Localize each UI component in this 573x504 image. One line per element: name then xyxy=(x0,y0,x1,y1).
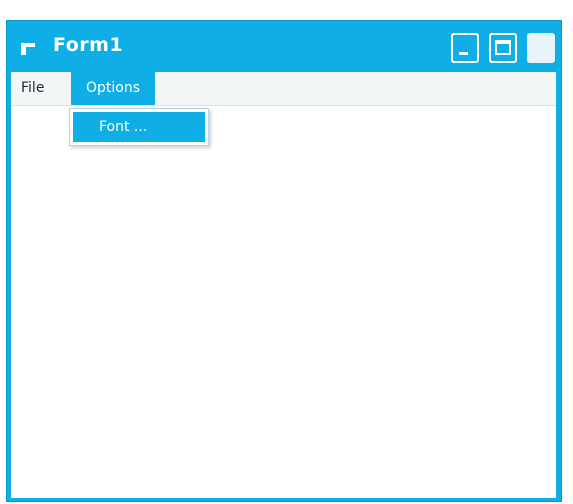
form-client-area[interactable]: File Options Font ... xyxy=(11,72,556,498)
form-app-icon[interactable] xyxy=(21,40,35,55)
menu-item-font[interactable]: Font ... xyxy=(73,112,205,142)
options-dropdown: Font ... xyxy=(69,108,209,146)
form-window: Form1 File Options Font ... xyxy=(6,20,562,502)
menu-bar: File Options xyxy=(11,72,556,106)
maximize-button[interactable] xyxy=(489,33,517,63)
title-bar[interactable]: Form1 xyxy=(7,21,561,71)
minimize-button[interactable] xyxy=(451,33,479,63)
window-title: Form1 xyxy=(53,34,124,56)
menu-options[interactable]: Options xyxy=(71,72,155,105)
close-button[interactable] xyxy=(527,33,555,63)
menu-file[interactable]: File xyxy=(15,72,65,105)
